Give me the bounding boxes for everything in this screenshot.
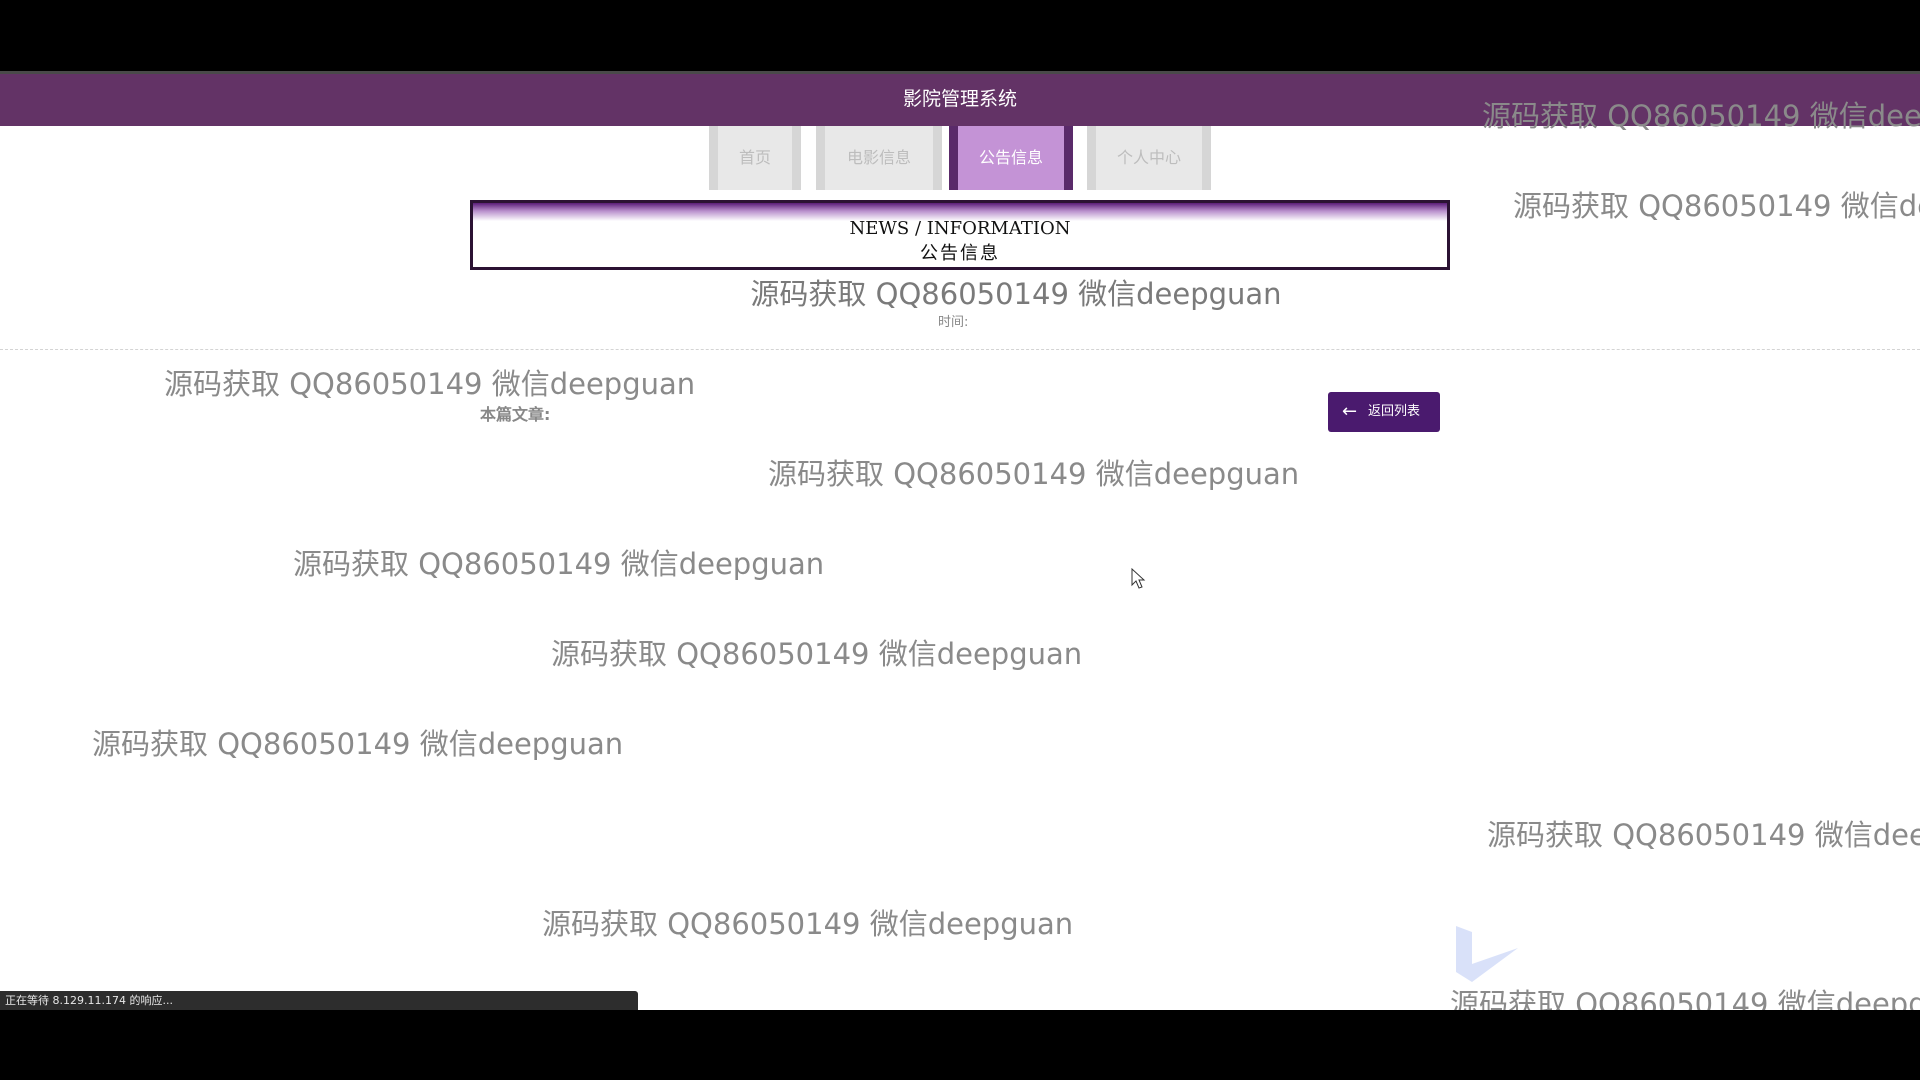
nav-tab-movies[interactable]: 电影信息 [816, 126, 942, 190]
watermark-text: 源码获取 QQ86050149 微信deepguan [551, 637, 1083, 671]
section-header-box: NEWS / INFORMATION 公告信息 [470, 200, 1450, 270]
watermark-text: 源码获取 QQ86050149 微信deepguan [92, 727, 624, 761]
watermark-text: 源码获取 QQ86050149 微信deepguan [293, 547, 825, 581]
nav-tab-home[interactable]: 首页 [709, 126, 801, 190]
watermark-text: 源码获取 QQ86050149 微信deepguan [1482, 99, 1920, 133]
watermark-text: 源码获取 QQ86050149 微信deepguan [164, 367, 696, 401]
site-title: 影院管理系统 [902, 88, 1017, 110]
article-title: 源码获取 QQ86050149 微信deepguan [750, 277, 1282, 311]
back-to-list-button[interactable]: ← 返回列表 [1328, 392, 1440, 432]
watermark-text: 源码获取 QQ86050149 微信deepguan [1487, 818, 1920, 852]
browser-viewport: 影院管理系统 首页 电影信息 公告信息 个人中心 NEWS / INFORMAT… [0, 71, 1920, 1010]
this-article-label: 本篇文章: [480, 405, 551, 424]
article-time-label: 时间: [938, 315, 969, 330]
watermark-text: 源码获取 QQ86050149 微信deepguan [768, 457, 1300, 491]
mouse-cursor-icon [1131, 568, 1146, 589]
back-to-list-label: 返回列表 [1368, 404, 1421, 419]
section-title-en: NEWS / INFORMATION [849, 218, 1071, 239]
watermark-text: 源码获取 QQ86050149 微信deepguan [1513, 189, 1920, 223]
watermark-text: 源码获取 QQ86050149 微信deepguan [542, 907, 1074, 941]
nav-tab-announcements[interactable]: 公告信息 [949, 126, 1073, 190]
arrow-left-icon: ← [1342, 401, 1358, 422]
section-title-cn: 公告信息 [920, 243, 1000, 264]
nav-tab-profile[interactable]: 个人中心 [1087, 126, 1211, 190]
browser-status-bar: 正在等待 8.129.11.174 的响应... [0, 991, 638, 1010]
bing-logo-icon [1456, 926, 1518, 982]
content-divider [0, 349, 1920, 350]
